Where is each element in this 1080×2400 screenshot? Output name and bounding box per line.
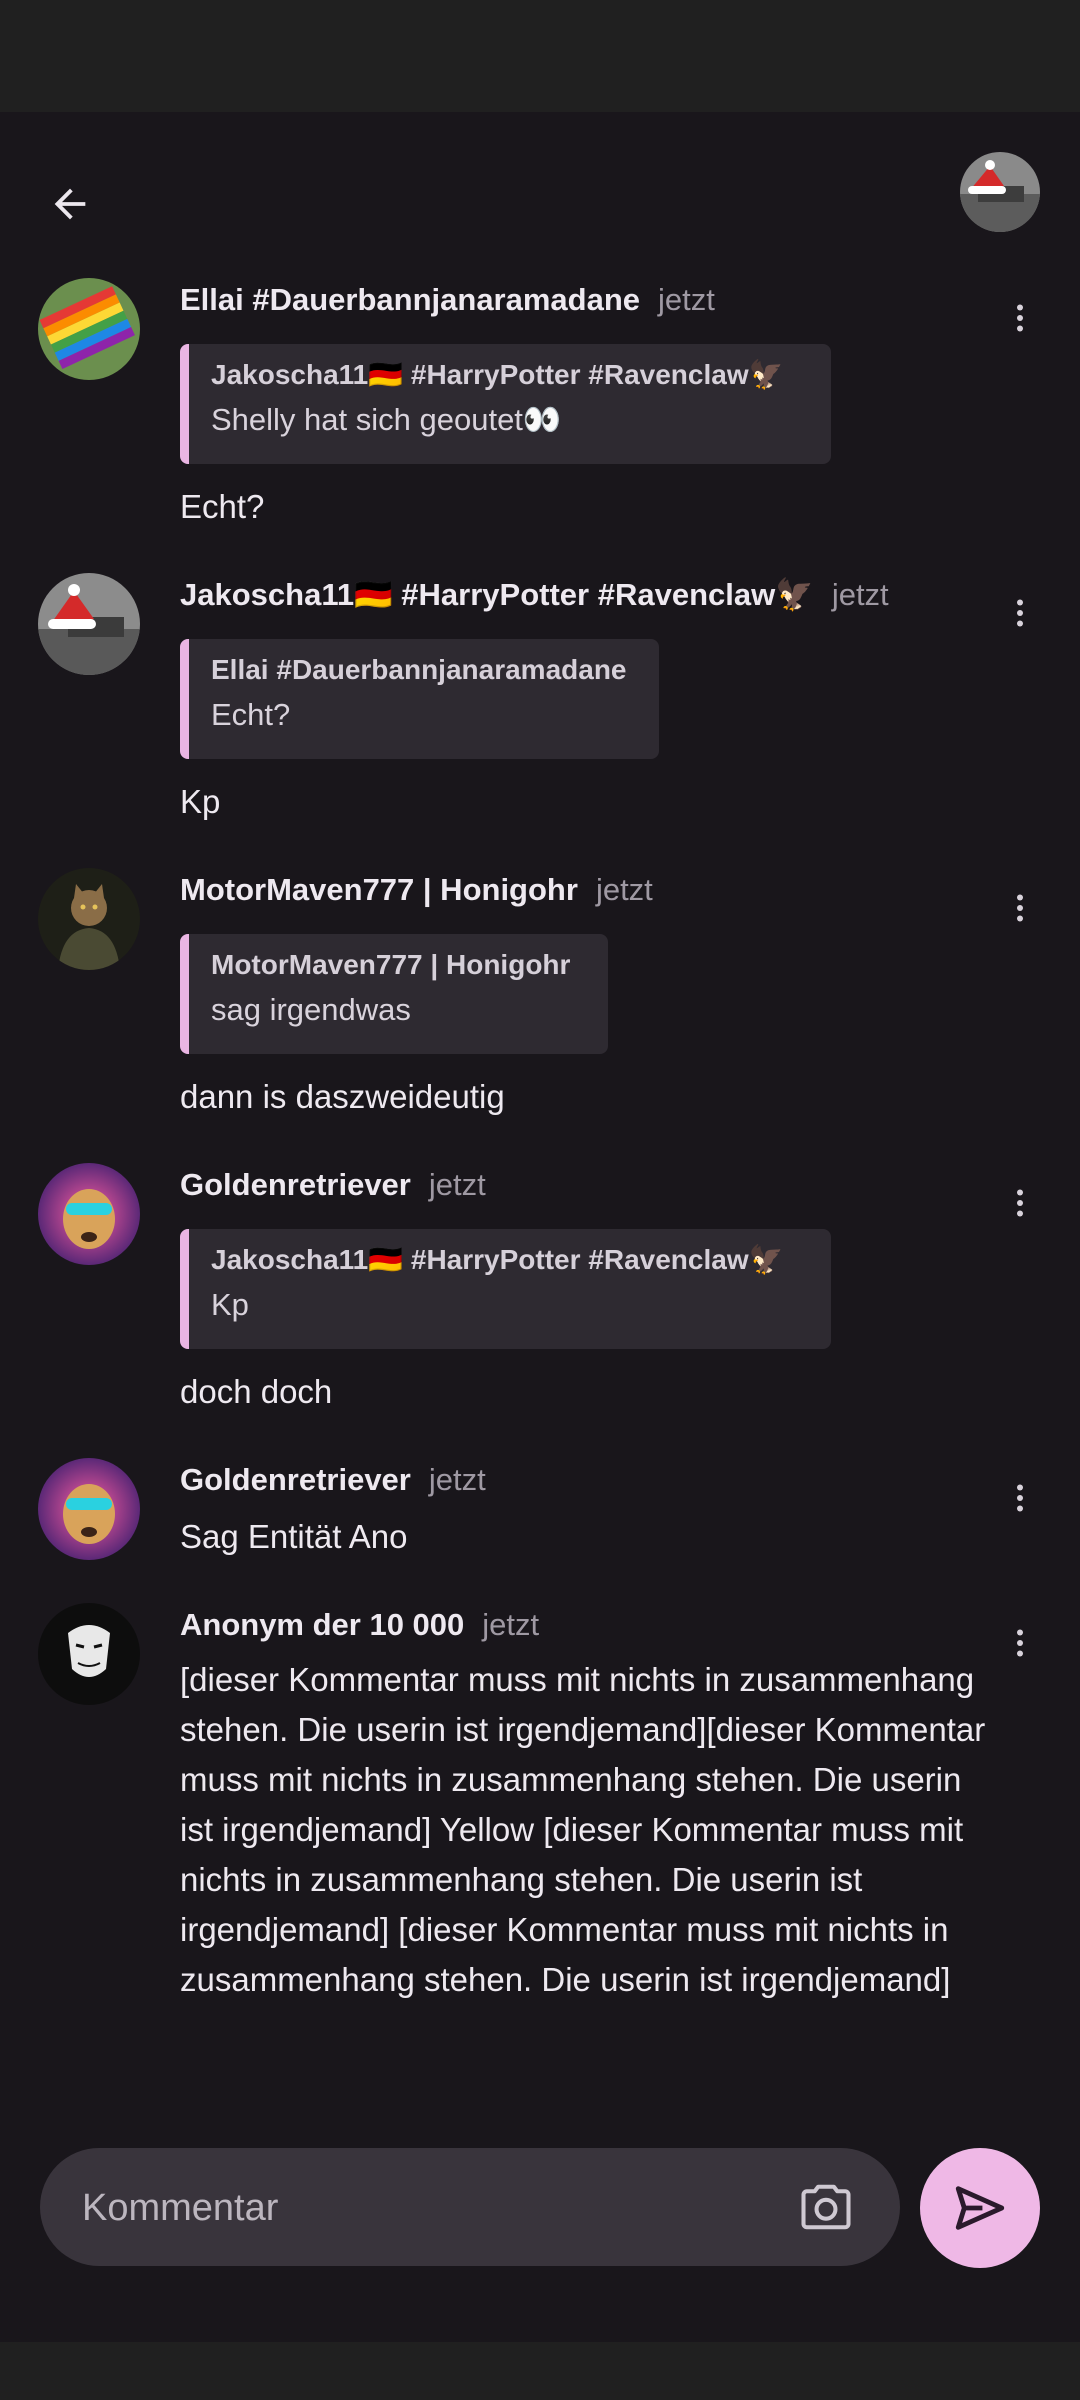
comment-author[interactable]: Goldenretriever <box>180 1462 411 1497</box>
system-nav-bar <box>0 2342 1080 2400</box>
comment-text: doch doch <box>180 1373 333 1410</box>
comment-input[interactable] <box>80 2178 784 2238</box>
more-vert-icon <box>1017 1629 1023 1657</box>
top-app-bar <box>0 112 1080 272</box>
comment-author[interactable]: Anonym der 10 000 <box>180 1607 464 1642</box>
quote-text: Kp <box>211 1287 249 1322</box>
comment-text: [dieser Kommentar muss mit nichts in zus… <box>180 1661 986 1998</box>
comment-text: Sag Entität Ano <box>180 1518 408 1555</box>
quote-author: Jakoscha11🇩🇪 #HarryPotter #Ravenclaw🦅 <box>211 1244 784 1275</box>
quote-author: Jakoscha11🇩🇪 #HarryPotter #Ravenclaw🦅 <box>211 359 784 390</box>
dog-sunglasses-avatar[interactable] <box>38 1458 140 1560</box>
comment-header: MotorMaven777 | Honigohr jetzt <box>180 870 653 910</box>
comment-time: jetzt <box>482 1607 540 1642</box>
comment-composer <box>0 2140 1080 2290</box>
comment-time: jetzt <box>428 1167 486 1202</box>
comment-text: Kp <box>180 783 221 820</box>
quote-text: sag irgendwas <box>211 992 411 1027</box>
comment-time: jetzt <box>428 1462 486 1497</box>
comment-header: Ellai #Dauerbannjanaramadane jetzt <box>180 280 715 320</box>
quoted-comment[interactable]: Jakoscha11🇩🇪 #HarryPotter #Ravenclaw🦅 Kp <box>180 1229 831 1349</box>
comment-author[interactable]: Goldenretriever <box>180 1167 411 1202</box>
send-button[interactable] <box>920 2148 1040 2268</box>
more-vert-icon <box>1017 599 1023 627</box>
status-bar <box>0 0 1080 112</box>
more-options-button[interactable] <box>990 583 1050 643</box>
comment-time: jetzt <box>595 872 653 907</box>
arrow-left-icon <box>54 188 86 220</box>
user-avatar[interactable] <box>960 152 1040 232</box>
rainbow-flag-avatar[interactable] <box>38 278 140 380</box>
quote-author: MotorMaven777 | Honigohr <box>211 949 571 980</box>
comment-author[interactable]: Ellai #Dauerbannjanaramadane <box>180 282 640 317</box>
more-vert-icon <box>1017 894 1023 922</box>
send-icon <box>955 2186 1005 2230</box>
more-vert-icon <box>1017 1484 1023 1512</box>
more-options-button[interactable] <box>990 288 1050 348</box>
comment-header: Goldenretriever jetzt <box>180 1460 486 1500</box>
camera-button[interactable] <box>794 2180 858 2234</box>
more-vert-icon <box>1017 1189 1023 1217</box>
quote-author: Ellai #Dauerbannjanaramadane <box>211 654 627 685</box>
quote-text: Echt? <box>211 697 291 732</box>
quoted-comment[interactable]: MotorMaven777 | Honigohr sag irgendwas <box>180 934 608 1054</box>
comment-author[interactable]: Jakoscha11🇩🇪 #HarryPotter #Ravenclaw🦅 <box>180 577 814 612</box>
comment-input-container <box>40 2148 900 2266</box>
more-options-button[interactable] <box>990 1173 1050 1233</box>
comment-time: jetzt <box>831 577 889 612</box>
comment-time: jetzt <box>658 282 715 317</box>
comment-text: dann is daszweideutig <box>180 1078 505 1115</box>
comment-author[interactable]: MotorMaven777 | Honigohr <box>180 872 578 907</box>
comment-text: Echt? <box>180 488 265 525</box>
quoted-comment[interactable]: Ellai #Dauerbannjanaramadane Echt? <box>180 639 659 759</box>
quote-text: Shelly hat sich geoutet👀 <box>211 402 562 437</box>
comment-header: Anonym der 10 000 jetzt <box>180 1605 539 1645</box>
comment-header: Jakoscha11🇩🇪 #HarryPotter #Ravenclaw🦅 jet… <box>180 575 889 615</box>
dog-sunglasses-avatar[interactable] <box>38 1163 140 1265</box>
more-vert-icon <box>1017 304 1023 332</box>
quoted-comment[interactable]: Jakoscha11🇩🇪 #HarryPotter #Ravenclaw🦅 Sh… <box>180 344 831 464</box>
back-button[interactable] <box>28 162 112 246</box>
cat-soldier-avatar[interactable] <box>38 868 140 970</box>
comment-header: Goldenretriever jetzt <box>180 1165 486 1205</box>
more-options-button[interactable] <box>990 878 1050 938</box>
anonymous-mask-avatar[interactable] <box>38 1603 140 1705</box>
santa-hat-avatar[interactable] <box>38 573 140 675</box>
camera-icon <box>801 2184 851 2230</box>
